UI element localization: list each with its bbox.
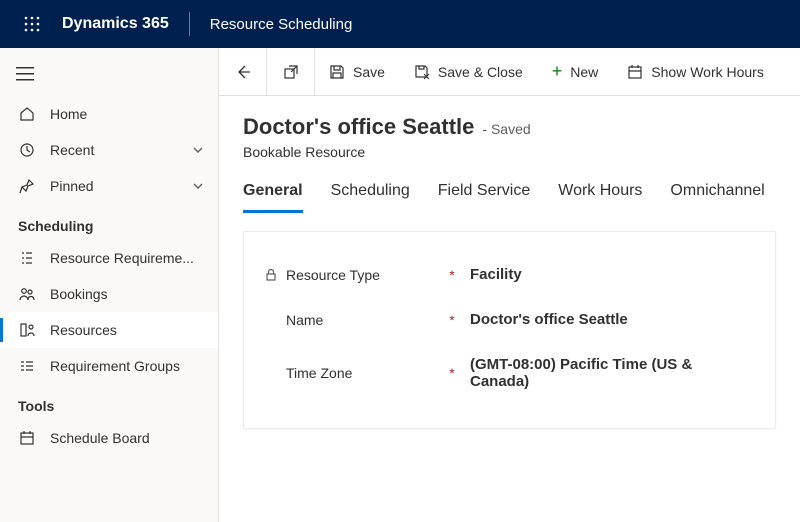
calendar-icon [18,430,36,446]
save-close-button[interactable]: Save & Close [400,48,538,95]
waffle-icon [24,16,40,32]
save-close-label: Save & Close [438,64,523,80]
field-label-text: Time Zone [286,365,352,381]
lock-icon [264,268,278,282]
main-area: Save Save & Close + New Show Work Hours [219,48,800,522]
save-label: Save [353,64,385,80]
sidebar-item-label: Resources [50,322,204,338]
back-button[interactable] [219,48,267,95]
popout-icon [283,64,299,80]
record-status: - Saved [482,121,530,137]
field-name[interactable]: Name * Doctor's office Seattle [256,297,763,342]
tab-work-hours[interactable]: Work Hours [558,178,642,213]
sidebar-item-schedule-board[interactable]: Schedule Board [0,420,218,456]
sidebar-section-scheduling: Scheduling [0,204,218,240]
field-value: Doctor's office Seattle [460,311,755,328]
sidebar-item-bookings[interactable]: Bookings [0,276,218,312]
sidebar-item-resources[interactable]: Resources [0,312,218,348]
sidebar-item-label: Recent [50,142,178,158]
record-title: Doctor's office Seattle [243,114,474,140]
group-icon [18,358,36,374]
field-time-zone[interactable]: Time Zone * (GMT-08:00) Pacific Time (US… [256,342,763,404]
new-label: New [570,64,598,80]
plus-icon: + [552,61,563,82]
tab-omnichannel[interactable]: Omnichannel [670,178,764,213]
app-name-label[interactable]: Resource Scheduling [196,16,367,33]
required-mark: * [444,365,460,381]
global-header: Dynamics 365 Resource Scheduling [0,0,800,48]
save-icon [329,64,345,80]
sidebar-item-label: Requirement Groups [50,358,204,374]
field-resource-type[interactable]: Resource Type * Facility [256,252,763,297]
pin-icon [18,178,36,194]
command-bar: Save Save & Close + New Show Work Hours [219,48,800,96]
brand-label: Dynamics 365 [56,15,183,33]
sidebar-item-label: Bookings [50,286,204,302]
field-label-text: Name [286,312,323,328]
sidebar: Home Recent Pinned Scheduling [0,48,219,522]
record-header: Doctor's office Seattle - Saved Bookable… [219,96,800,160]
field-value: (GMT-08:00) Pacific Time (US & Canada) [460,356,755,390]
people-icon [18,286,36,302]
sidebar-item-label: Resource Requireme... [50,250,204,266]
record-entity: Bookable Resource [243,144,776,160]
sidebar-item-label: Pinned [50,178,178,194]
sidebar-item-requirement-groups[interactable]: Requirement Groups [0,348,218,384]
field-label-text: Resource Type [286,267,380,283]
divider [189,12,190,36]
home-icon [18,106,36,122]
sidebar-item-home[interactable]: Home [0,96,218,132]
sidebar-item-label: Home [50,106,204,122]
back-arrow-icon [235,64,251,80]
field-value: Facility [460,266,755,283]
sidebar-section-tools: Tools [0,384,218,420]
chevron-down-icon [192,180,204,192]
new-button[interactable]: + New [538,48,614,95]
tab-scheduling[interactable]: Scheduling [331,178,410,213]
chevron-down-icon [192,144,204,156]
sidebar-item-recent[interactable]: Recent [0,132,218,168]
resources-icon [18,322,36,338]
app-launcher-button[interactable] [8,0,56,48]
calendar-icon [627,64,643,80]
open-new-window-button[interactable] [267,48,315,95]
form-section-general: Resource Type * Facility Name * Doctor's… [243,231,776,429]
save-button[interactable]: Save [315,48,400,95]
required-mark: * [444,312,460,328]
tab-general[interactable]: General [243,178,303,213]
clock-icon [18,142,36,158]
show-work-hours-button[interactable]: Show Work Hours [613,48,779,95]
required-mark: * [444,267,460,283]
form-tabs: General Scheduling Field Service Work Ho… [219,160,800,213]
hamburger-icon [16,67,34,81]
sidebar-toggle[interactable] [0,52,218,96]
sidebar-item-label: Schedule Board [50,430,204,446]
list-icon [18,250,36,266]
tab-field-service[interactable]: Field Service [438,178,530,213]
save-close-icon [414,64,430,80]
show-work-hours-label: Show Work Hours [651,64,764,80]
sidebar-item-resource-requirements[interactable]: Resource Requireme... [0,240,218,276]
sidebar-item-pinned[interactable]: Pinned [0,168,218,204]
